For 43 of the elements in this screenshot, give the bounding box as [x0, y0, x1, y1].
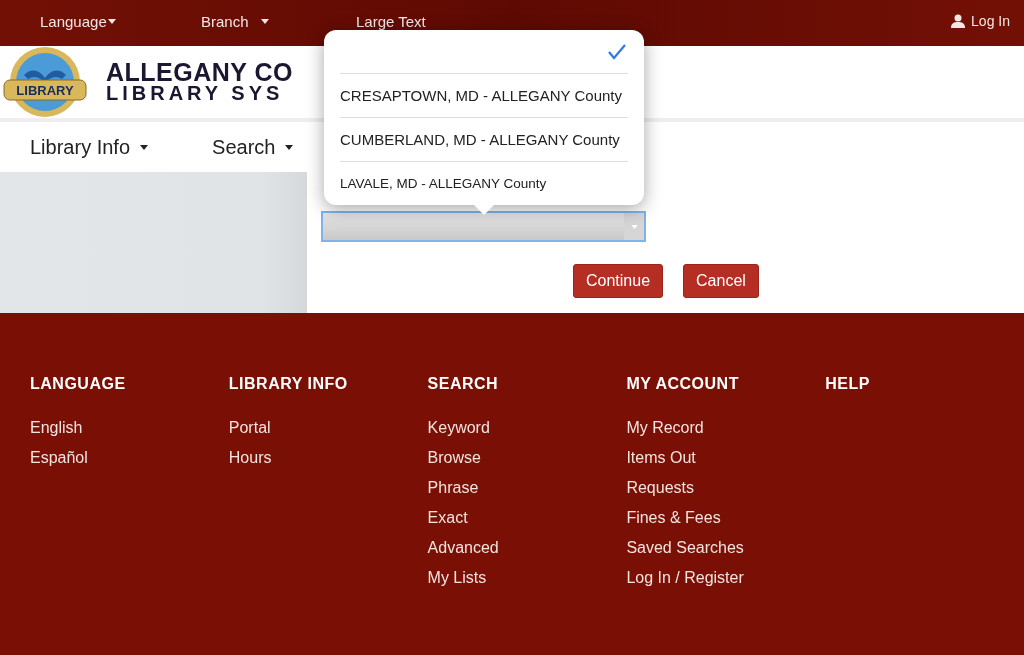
option-item[interactable]: LAVALE, MD - ALLEGANY County — [340, 161, 628, 205]
footer-link[interactable]: Keyword — [427, 413, 627, 443]
footer-link[interactable]: Advanced — [427, 533, 627, 563]
option-item[interactable]: CUMBERLAND, MD - ALLEGANY County — [340, 117, 628, 161]
footer-link[interactable]: English — [30, 413, 229, 443]
continue-button[interactable]: Continue — [573, 264, 664, 298]
caret-icon — [630, 224, 638, 229]
footer-link[interactable]: Fines & Fees — [626, 503, 826, 533]
footer-heading: HELP — [825, 375, 871, 393]
library-logo: LIBRARY — [2, 45, 88, 119]
footer-link[interactable]: Items Out — [626, 443, 826, 473]
footer-heading: LANGUAGE — [30, 375, 127, 393]
caret-icon — [140, 144, 149, 150]
nav-menu-item[interactable]: Search — [212, 135, 294, 159]
login-link[interactable]: Log In — [951, 13, 1010, 29]
footer-link[interactable]: My Lists — [427, 563, 627, 593]
caret-icon — [107, 18, 116, 24]
option-item[interactable]: CRESAPTOWN, MD - ALLEGANY County — [340, 73, 628, 117]
caret-icon — [260, 18, 269, 24]
footer-heading: MY ACCOUNT — [626, 375, 740, 393]
footer-link[interactable]: Requests — [626, 473, 826, 503]
footer-link[interactable]: Exact — [427, 503, 627, 533]
footer-link[interactable]: Hours — [228, 443, 428, 473]
user-icon — [951, 14, 966, 28]
dropdown-link[interactable]: Language — [40, 12, 201, 30]
nav-link[interactable]: Large Text — [356, 12, 556, 30]
checkmark-icon — [608, 43, 626, 60]
footer-heading: SEARCH — [427, 375, 500, 393]
footer-link[interactable]: Saved Searches — [626, 533, 826, 563]
cancel-button[interactable]: Cancel — [683, 264, 759, 298]
footer-link[interactable]: Log In / Register — [626, 563, 826, 593]
footer-link[interactable]: Español — [30, 443, 229, 473]
footer-link[interactable]: My Record — [626, 413, 826, 443]
library-select[interactable] — [321, 211, 646, 242]
site-subtitle: LIBRARY SYS — [106, 84, 285, 104]
footer-heading: LIBRARY INFO — [228, 375, 349, 393]
nav-menu-item[interactable]: Library Info — [30, 135, 149, 159]
footer-link[interactable]: Phrase — [427, 473, 627, 503]
footer-link[interactable]: Portal — [228, 413, 428, 443]
dropdown-link[interactable]: Branch — [201, 12, 356, 30]
site-title: ALLEGANY CO — [106, 60, 293, 85]
caret-icon — [285, 144, 294, 150]
footer-link[interactable]: Browse — [427, 443, 627, 473]
